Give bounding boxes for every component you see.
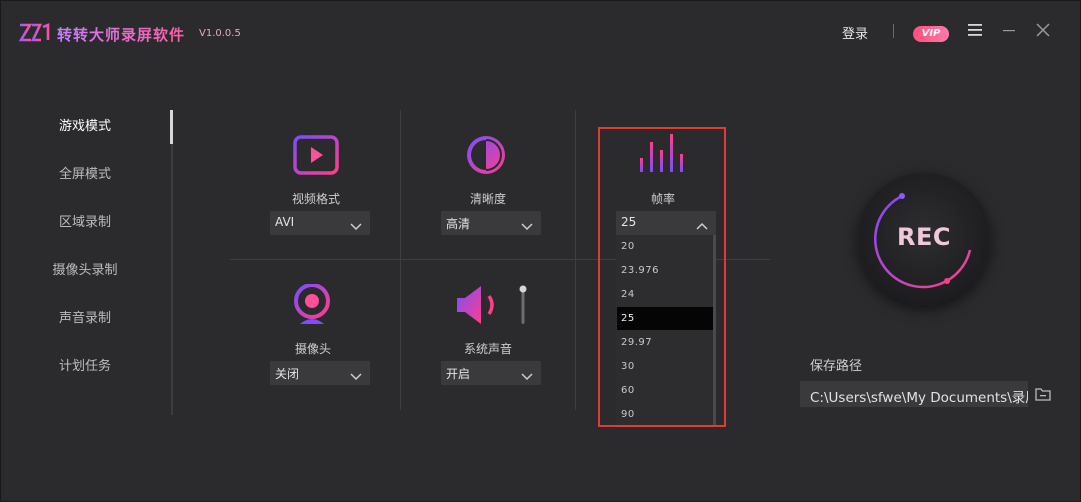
app-version: V1.0.0.5	[199, 28, 241, 39]
system-sound-select[interactable]: 开启	[441, 361, 541, 385]
video-format-select[interactable]: AVI	[270, 211, 370, 235]
sidebar-active-indicator	[170, 110, 173, 144]
quality-select[interactable]: 高清	[441, 211, 541, 235]
chevron-down-icon	[521, 217, 533, 236]
grid-divider	[575, 110, 576, 410]
camera-select[interactable]: 关闭	[270, 361, 370, 385]
sidebar-item-camera-record[interactable]: 摄像头录制	[0, 259, 170, 278]
sidebar-item-scheduled-task[interactable]: 计划任务	[0, 355, 170, 374]
camera-label: 摄像头	[294, 342, 331, 356]
annotation-highlight-box	[598, 127, 726, 427]
chevron-down-icon	[521, 367, 533, 386]
quality-label: 清晰度	[469, 192, 506, 206]
sidebar-item-region-record[interactable]: 区域录制	[0, 211, 170, 230]
webcam-icon	[292, 283, 332, 332]
sidebar-item-fullscreen-mode[interactable]: 全屏模式	[0, 163, 170, 182]
close-icon[interactable]	[1035, 22, 1051, 42]
login-link[interactable]: 登录	[842, 23, 868, 42]
video-format-value: AVI	[275, 215, 295, 229]
speaker-icon	[455, 284, 503, 330]
grid-divider	[400, 110, 401, 410]
save-path-label: 保存路径	[810, 359, 863, 374]
quality-value: 高清	[446, 217, 471, 231]
mode-sidebar: 游戏模式 全屏模式 区域录制 摄像头录制 声音录制 计划任务	[0, 105, 172, 415]
record-button-label: REC	[897, 223, 951, 251]
title-bar: 转转大师录屏软件 V1.0.0.5 登录 VIP	[0, 0, 1081, 66]
video-format-label: 视频格式	[291, 192, 340, 206]
app-logo-icon	[18, 22, 50, 48]
chevron-down-icon	[350, 367, 362, 386]
volume-slider[interactable]	[518, 284, 528, 330]
camera-value: 关闭	[275, 367, 300, 381]
app-title: 转转大师录屏软件	[57, 26, 186, 44]
system-sound-label: 系统声音	[463, 342, 512, 356]
vip-badge[interactable]: VIP	[913, 26, 949, 42]
chevron-down-icon	[350, 217, 362, 236]
system-sound-value: 开启	[446, 367, 471, 381]
video-play-icon	[293, 135, 339, 179]
sidebar-divider	[171, 110, 173, 415]
menu-icon[interactable]	[967, 22, 983, 42]
save-path-field[interactable]: C:\Users\sfwe\My Documents\录屏	[800, 381, 1028, 407]
save-path-value: C:\Users\sfwe\My Documents\录屏	[810, 390, 1028, 406]
record-button[interactable]: REC	[858, 173, 990, 305]
title-separator	[893, 24, 894, 38]
folder-icon[interactable]	[1035, 386, 1051, 405]
sidebar-item-audio-record[interactable]: 声音录制	[0, 307, 170, 326]
sidebar-item-game-mode[interactable]: 游戏模式	[0, 115, 170, 134]
minimize-icon[interactable]	[1001, 22, 1017, 42]
quality-circle-icon	[465, 134, 507, 180]
